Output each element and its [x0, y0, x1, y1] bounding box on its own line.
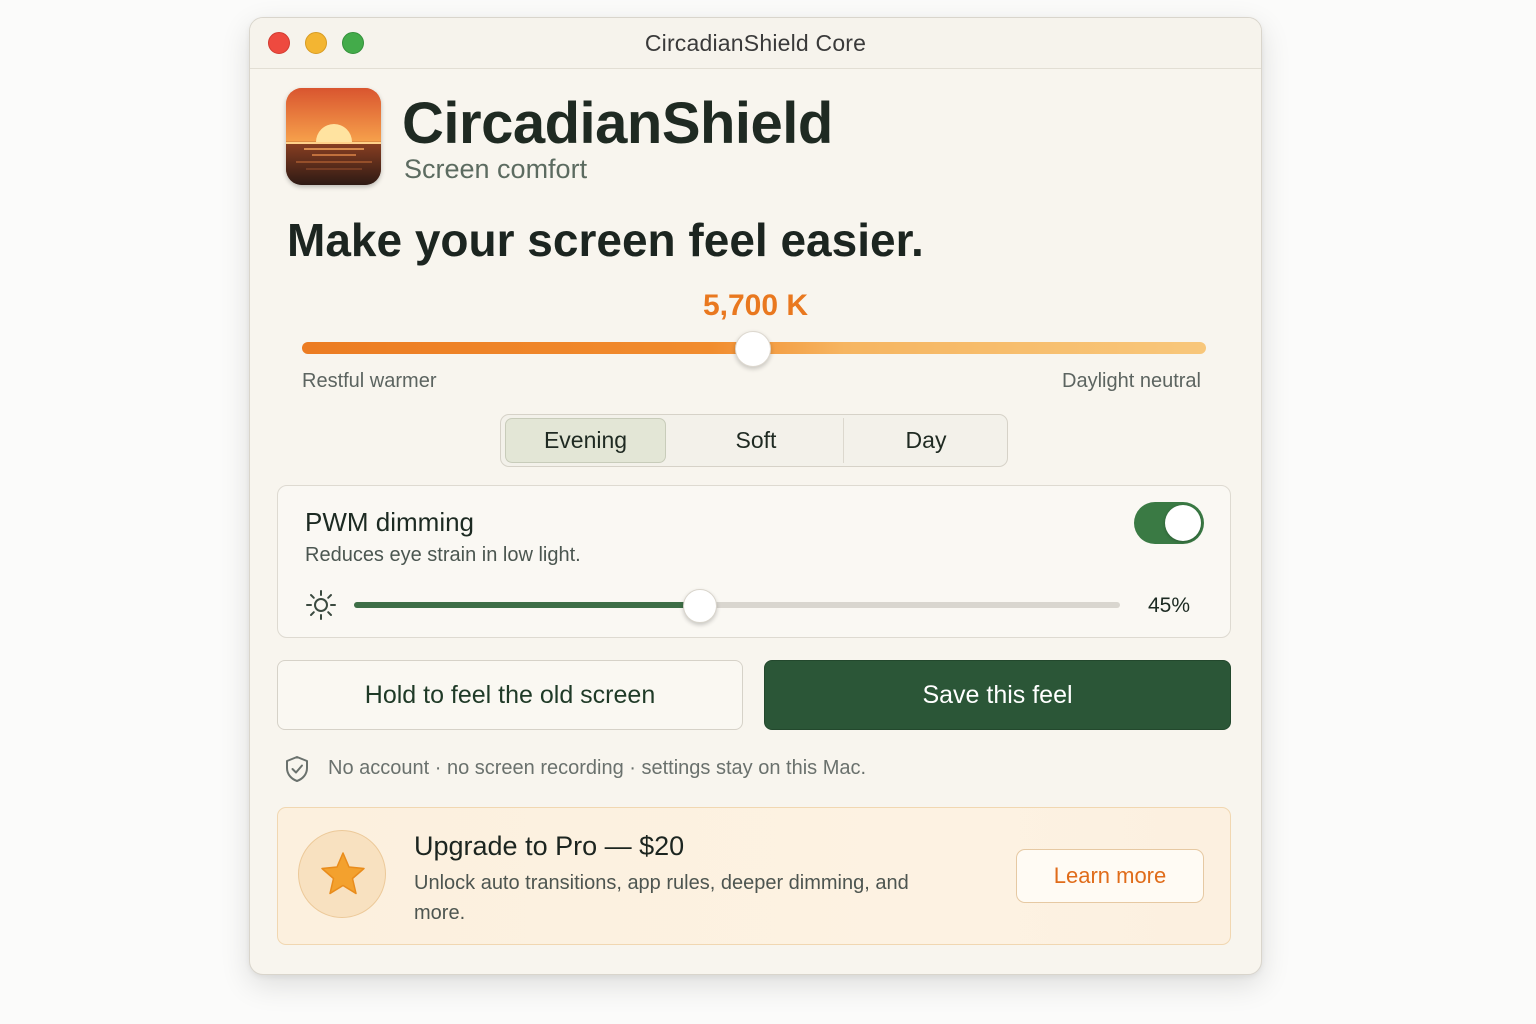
pwm-description: Reduces eye strain in low light. [305, 544, 581, 566]
temperature-value: 5,700 K [702, 289, 809, 322]
dimming-slider-thumb[interactable] [682, 589, 717, 623]
star-badge [298, 830, 386, 918]
save-button[interactable]: Save this feel [764, 660, 1231, 730]
learn-more-button[interactable]: Learn more [1016, 849, 1204, 903]
promo-description: Unlock auto transitions, app rules, deep… [414, 872, 909, 924]
app-window: CircadianShield Core CircadianShield Scr… [249, 17, 1262, 975]
window-title: CircadianShield Core [644, 30, 867, 56]
temperature-slider-thumb[interactable] [735, 331, 771, 367]
promo-title: Upgrade to Pro — $20 [414, 831, 685, 861]
preset-day[interactable]: Day [846, 418, 1006, 463]
star-icon [321, 852, 365, 895]
app-name: CircadianShield [402, 91, 833, 156]
app-subtitle: Screen comfort [404, 154, 588, 184]
temperature-min-label: Restful warmer [302, 370, 437, 392]
pwm-toggle[interactable] [1134, 502, 1204, 544]
dimming-slider-track[interactable] [354, 602, 1120, 608]
sun-icon [305, 589, 337, 621]
title-bar[interactable]: CircadianShield Core [250, 18, 1261, 69]
dimming-slider-fill [354, 602, 699, 608]
preset-soft[interactable]: Soft [669, 418, 844, 463]
pro-upgrade-banner: Upgrade to Pro — $20 Unlock auto transit… [277, 807, 1231, 945]
privacy-note: No account · no screen recording · setti… [328, 757, 867, 779]
sunset-app-icon [286, 88, 381, 185]
pwm-dimming-card: PWM dimming Reduces eye strain in low li… [277, 485, 1231, 638]
toggle-knob [1165, 505, 1201, 541]
temperature-max-label: Daylight neutral [1062, 370, 1201, 392]
shield-check-icon [284, 755, 310, 783]
headline: Make your screen feel easier. [287, 214, 924, 266]
preset-segmented-control: Evening Soft Day [500, 414, 1008, 467]
dimming-value: 45% [1147, 594, 1190, 617]
preset-evening[interactable]: Evening [505, 418, 666, 463]
hold-compare-button[interactable]: Hold to feel the old screen [277, 660, 743, 730]
pwm-title: PWM dimming [305, 507, 475, 537]
